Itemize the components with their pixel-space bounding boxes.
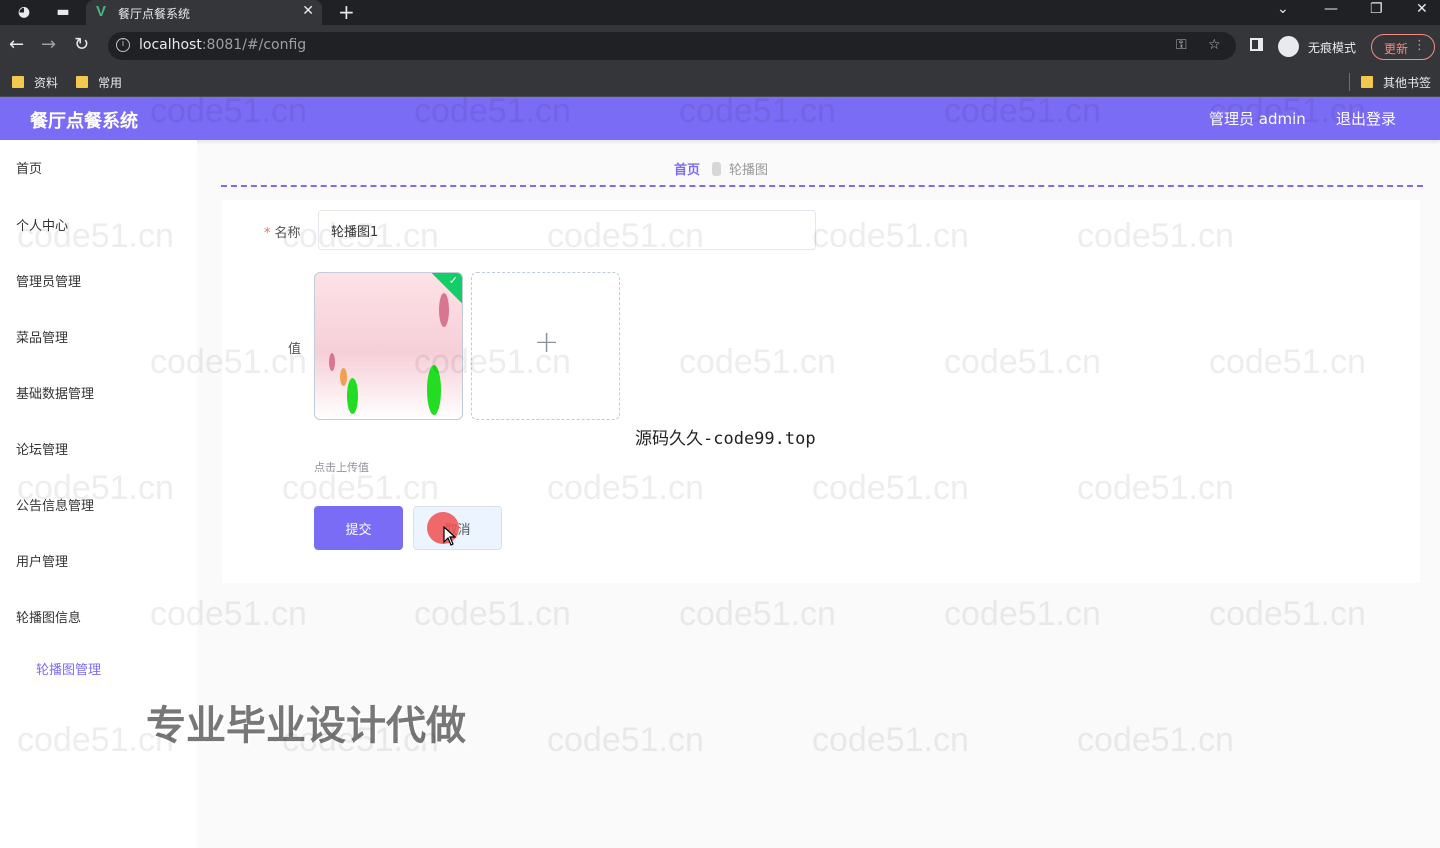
watermark: code51.cn bbox=[1077, 721, 1234, 759]
tab-close-icon[interactable]: ✕ bbox=[302, 3, 314, 19]
browser-toolbar: ← → ↻ i localhost:8081/#/config ⚿ ☆ 无痕模式… bbox=[0, 25, 1440, 67]
sidebar-item-notices[interactable]: 公告信息管理 bbox=[16, 495, 94, 514]
bookmarks-bar: 资料 常用 其他书签 bbox=[0, 67, 1440, 97]
other-bookmarks[interactable]: 其他书签 bbox=[1361, 74, 1431, 91]
upload-tip: 点击上传值 bbox=[314, 461, 369, 474]
plus-icon: + bbox=[534, 325, 560, 360]
value-label: 值 bbox=[288, 342, 302, 357]
forward-icon[interactable]: → bbox=[41, 34, 56, 55]
site-info-icon[interactable]: i bbox=[116, 38, 130, 52]
breadcrumb-separator-icon bbox=[712, 162, 722, 176]
app-header: 餐厅点餐系统 管理员 admin 退出登录 bbox=[0, 97, 1440, 140]
sidebar-item-dishes[interactable]: 菜品管理 bbox=[16, 327, 68, 346]
watermark: code51.cn bbox=[547, 721, 704, 759]
tab-title: 餐厅点餐系统 bbox=[118, 7, 191, 21]
watermark: code51.cn bbox=[679, 595, 836, 633]
more-icon[interactable]: ⋮ bbox=[1413, 38, 1426, 53]
vue-logo-icon: V bbox=[96, 3, 107, 20]
source-watermark: 源码久久-code99.top bbox=[635, 429, 816, 449]
watermark: code51.cn bbox=[812, 721, 969, 759]
incognito-icon[interactable] bbox=[1278, 36, 1299, 57]
back-icon[interactable]: ← bbox=[9, 34, 24, 55]
sidebar-item-profile[interactable]: 个人中心 bbox=[16, 215, 68, 234]
sidebar-item-admins[interactable]: 管理员管理 bbox=[16, 271, 81, 290]
promo-caption: 专业毕业设计代做 bbox=[146, 703, 466, 749]
browser-tab[interactable]: V 餐厅点餐系统 ✕ bbox=[86, 0, 322, 25]
sidebar-item-base-data[interactable]: 基础数据管理 bbox=[16, 383, 94, 402]
reload-icon[interactable]: ↻ bbox=[74, 34, 89, 55]
restore-icon[interactable]: ❐ bbox=[1370, 1, 1383, 17]
uploaded-image-thumbnail[interactable]: ✓ bbox=[314, 272, 463, 420]
window-close-icon[interactable]: ✕ bbox=[1416, 1, 1428, 17]
sidebar-subitem-carousel-manage[interactable]: 轮播图管理 bbox=[36, 659, 101, 678]
image-upload-button[interactable]: + bbox=[471, 272, 620, 420]
minimize-icon[interactable]: — bbox=[1324, 1, 1338, 17]
folder-icon bbox=[1361, 76, 1373, 88]
sidebar-item-forum[interactable]: 论坛管理 bbox=[16, 439, 68, 458]
sidebar-item-carousel[interactable]: 轮播图信息 bbox=[16, 607, 81, 626]
incognito-label: 无痕模式 bbox=[1308, 41, 1357, 55]
check-icon: ✓ bbox=[448, 274, 458, 287]
new-tab-icon[interactable]: + bbox=[338, 0, 355, 24]
current-user: 管理员 admin bbox=[1209, 110, 1306, 128]
url-text[interactable]: localhost:8081/#/config bbox=[139, 37, 306, 53]
bookmark-folder-2[interactable]: 常用 bbox=[76, 74, 122, 91]
update-button[interactable]: 更新 ⋮ bbox=[1371, 34, 1435, 60]
logout-link[interactable]: 退出登录 bbox=[1336, 108, 1396, 129]
breadcrumb: 首页 轮播图 bbox=[674, 159, 768, 178]
bookmark-star-icon[interactable]: ☆ bbox=[1208, 37, 1221, 53]
folder-icon bbox=[76, 76, 88, 88]
name-input[interactable] bbox=[318, 210, 816, 250]
watermark: code51.cn bbox=[944, 595, 1101, 633]
address-bar[interactable]: i localhost:8081/#/config ⚿ ☆ bbox=[108, 32, 1236, 60]
sidebar-item-users[interactable]: 用户管理 bbox=[16, 551, 68, 570]
breadcrumb-home[interactable]: 首页 bbox=[674, 163, 700, 178]
app-title: 餐厅点餐系统 bbox=[30, 111, 138, 132]
mouse-cursor-icon bbox=[443, 526, 457, 546]
key-icon[interactable]: ⚿ bbox=[1176, 37, 1187, 53]
breadcrumb-current: 轮播图 bbox=[729, 163, 769, 178]
browser-menu-icon[interactable]: ◕ bbox=[16, 4, 32, 20]
folder-icon bbox=[12, 76, 24, 88]
side-panel-icon[interactable] bbox=[1250, 38, 1263, 51]
breadcrumb-divider bbox=[221, 185, 1423, 187]
watermark: code51.cn bbox=[1209, 595, 1366, 633]
browser-tabbar: ◕ ▬ V 餐厅点餐系统 ✕ + ⌄ — ❐ ✕ bbox=[0, 0, 1440, 25]
bookmark-folder-1[interactable]: 资料 bbox=[12, 74, 58, 91]
watermark: code51.cn bbox=[414, 595, 571, 633]
tab-list-icon[interactable]: ⌄ bbox=[1277, 1, 1289, 17]
name-label: * 名称 bbox=[264, 226, 301, 241]
tab-search-icon[interactable]: ▬ bbox=[55, 4, 71, 20]
bookmarks-divider bbox=[1349, 73, 1350, 91]
sidebar-item-home[interactable]: 首页 bbox=[16, 158, 42, 177]
submit-button[interactable]: 提交 bbox=[314, 506, 403, 550]
